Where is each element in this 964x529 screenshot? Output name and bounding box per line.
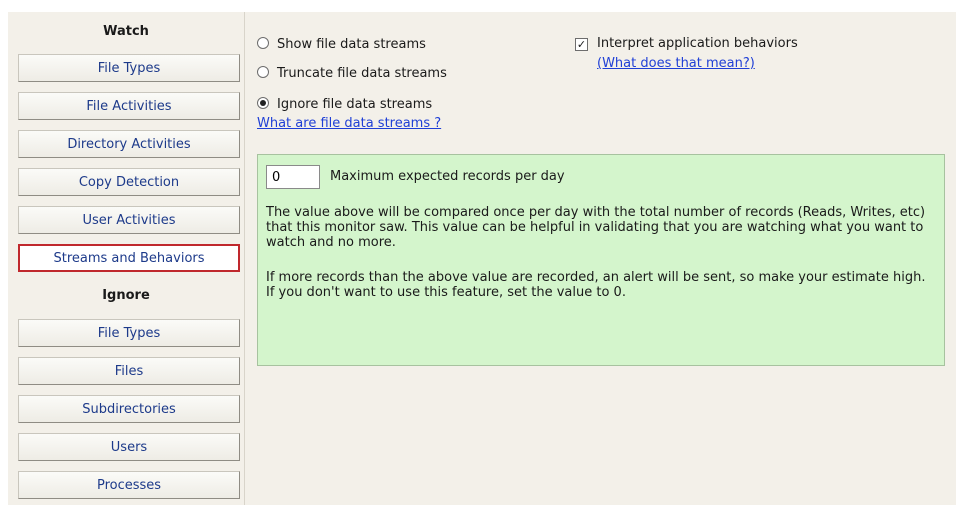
show-streams-label: Show file data streams xyxy=(277,37,426,52)
ignore-users-button[interactable]: Users xyxy=(18,433,240,461)
ignore-streams-radio[interactable] xyxy=(257,97,269,109)
streams-behaviors-panel: Show file data streams Truncate file dat… xyxy=(244,12,956,505)
watch-streams-behaviors-button[interactable]: Streams and Behaviors xyxy=(18,244,240,272)
ignore-subdirectories-button[interactable]: Subdirectories xyxy=(18,395,240,423)
show-streams-radio[interactable] xyxy=(257,37,269,49)
ignore-streams-option[interactable]: Ignore file data streams xyxy=(257,96,432,114)
settings-nav: Watch File Types File Activities Directo… xyxy=(8,12,244,505)
interpret-behaviors-checkbox[interactable]: ✓ xyxy=(575,38,588,51)
truncate-streams-radio[interactable] xyxy=(257,66,269,78)
records-limit-box: Maximum expected records per day The val… xyxy=(257,154,945,366)
interpret-behaviors-label: Interpret application behaviors xyxy=(597,36,798,51)
show-streams-option[interactable]: Show file data streams xyxy=(257,36,426,54)
ignore-heading: Ignore xyxy=(102,288,150,303)
watch-file-types-button[interactable]: File Types xyxy=(18,54,240,82)
max-records-input[interactable] xyxy=(266,165,320,189)
watch-directory-activities-button[interactable]: Directory Activities xyxy=(18,130,240,158)
watch-heading: Watch xyxy=(103,24,149,39)
ignore-processes-button[interactable]: Processes xyxy=(18,471,240,499)
records-explanation-text: The value above will be compared once pe… xyxy=(266,205,926,250)
ignore-files-button[interactable]: Files xyxy=(18,357,240,385)
interpret-behaviors-option[interactable]: ✓ Interpret application behaviors xyxy=(575,35,798,53)
behaviors-help-link[interactable]: (What does that mean?) xyxy=(597,56,755,71)
ignore-file-types-button[interactable]: File Types xyxy=(18,319,240,347)
max-records-label: Maximum expected records per day xyxy=(330,169,565,184)
streams-help-link[interactable]: What are file data streams ? xyxy=(257,116,441,131)
truncate-streams-option[interactable]: Truncate file data streams xyxy=(257,65,447,83)
watch-copy-detection-button[interactable]: Copy Detection xyxy=(18,168,240,196)
ignore-streams-label: Ignore file data streams xyxy=(277,97,433,112)
records-alert-text: If more records than the above value are… xyxy=(266,270,926,300)
watch-user-activities-button[interactable]: User Activities xyxy=(18,206,240,234)
watch-file-activities-button[interactable]: File Activities xyxy=(18,92,240,120)
truncate-streams-label: Truncate file data streams xyxy=(277,66,447,81)
